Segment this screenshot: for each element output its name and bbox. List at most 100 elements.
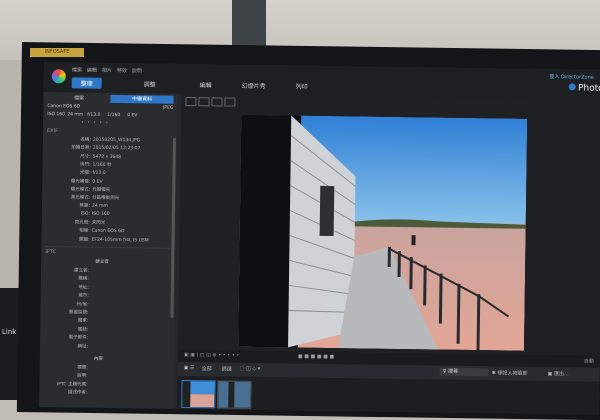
meta-row: 光圈:f/13.0 [46, 169, 105, 176]
view-compare-icon[interactable] [211, 97, 222, 106]
filter-all[interactable]: 全部 [202, 365, 212, 372]
meta-row: 焦距:24 mm [46, 202, 108, 209]
meta-value[interactable]: 光圈優先 [92, 187, 110, 192]
camera-row: Canon EOS 6D JPEG [47, 104, 173, 111]
panel-tab-metadata[interactable]: 中繼資料 [110, 95, 173, 104]
meta-value[interactable]: Canon EOS 6D [92, 229, 125, 234]
meta-key: 說明: [44, 372, 88, 379]
device-label: Link [2, 328, 16, 336]
meta-row: 電話: [44, 326, 90, 333]
meta-key: 城市: [45, 292, 89, 299]
meta-row: 郵遞區號: [44, 309, 90, 316]
section-divider [45, 246, 169, 249]
meta-value[interactable]: 未閃光 [92, 221, 106, 226]
meta-value[interactable]: 24 mm [92, 204, 108, 209]
exposure-stats: ISO 16024 mmf/13.01/1600 EV [47, 112, 173, 119]
meta-row: 標題: [44, 364, 90, 371]
rating-stars[interactable]: • • • • • [81, 121, 109, 126]
menu-file[interactable]: 檔案 [72, 67, 82, 73]
view-full-icon[interactable] [224, 98, 235, 107]
section-exif[interactable]: EXIF [47, 128, 58, 134]
search-input[interactable]: ⚲ 搜尋 [440, 368, 489, 377]
tab-print[interactable]: 列印 [296, 82, 308, 91]
meta-key: 快門: [47, 161, 91, 168]
menu-effects[interactable]: 特效 [117, 68, 127, 74]
meta-row: 拍攝日期:2015/02/05 12:23:07 [47, 144, 141, 151]
view-grid-icon[interactable] [185, 97, 196, 106]
stat-aperture: f/13.0 [87, 113, 107, 118]
filmstrip-tools[interactable]: ▣ ☰ [184, 365, 195, 371]
photo-preview[interactable] [238, 115, 527, 351]
meta-row: 描述作者: [43, 389, 89, 396]
stat-ev: 0 EV [127, 113, 147, 118]
menu-edit[interactable]: 編輯 [87, 68, 97, 74]
meta-value[interactable]: 1/160 秒 [93, 163, 112, 168]
meta-key: ISO: [46, 211, 90, 217]
tab-slideshow[interactable]: 幻燈片秀 [242, 81, 266, 90]
brand-icon [569, 83, 576, 90]
tab-organize[interactable]: 整理 [72, 77, 102, 88]
section-iptc[interactable]: IPTC [45, 249, 56, 255]
meta-key: 電話: [44, 326, 88, 333]
meta-row: 建立者: [45, 267, 91, 274]
meta-row: 網址: [44, 343, 90, 350]
brand-title: Photo [569, 83, 600, 93]
meta-key: 閃光燈: [46, 219, 90, 226]
file-format: JPEG [163, 106, 173, 111]
meta-row: 電子郵件: [44, 334, 90, 341]
meta-key: 曝光模式: [46, 186, 90, 193]
meta-row: 曝光補償:0 EV [46, 178, 102, 185]
meta-value[interactable]: 20150205_W134.JPG [93, 138, 140, 144]
panel-scrollbar[interactable] [170, 138, 176, 318]
meta-key: 名稱: [47, 136, 91, 143]
pier-photo [238, 115, 527, 351]
tab-adjust[interactable]: 調整 [144, 79, 156, 88]
meta-key: 職稱: [45, 275, 89, 282]
meta-key: 州/省: [45, 301, 89, 308]
panel-tab-file[interactable]: 檔案 [47, 94, 110, 103]
meta-key: 網址: [44, 343, 88, 350]
wall-stripe [232, 0, 266, 48]
meta-key: 拍攝日期: [47, 144, 91, 151]
filmstrip-thumb[interactable] [217, 380, 251, 408]
meta-key: 建立者: [45, 267, 89, 274]
photo-viewer: ▣ ▣ | ◰ ◱ ⊕ • • • • • ■ ■ ■ ■ ■ ■ 自動 ▣ ☰… [177, 94, 600, 415]
zoom-auto[interactable]: 自動 [584, 358, 594, 365]
meta-key: 地址: [45, 284, 89, 291]
meta-value[interactable]: ISO 160 [92, 211, 110, 216]
monitor-sticker: INFOSAFE [30, 48, 84, 57]
meta-row: 說明: [44, 372, 90, 379]
meta-value[interactable]: 5472 x 3648 [93, 154, 122, 159]
color-labels[interactable]: ■ ■ ■ ■ ■ ■ [298, 354, 334, 361]
meta-key: 相機: [46, 227, 90, 234]
export-button[interactable]: ▣ 匯出... [548, 370, 569, 377]
meta-key: 曝光補償: [46, 178, 90, 185]
tag-faces-button[interactable]: ✱ 標記人物臉部 [492, 369, 528, 376]
stat-focal: 24 mm [67, 112, 87, 117]
tab-edit[interactable]: 編輯 [200, 80, 212, 89]
meta-row: 國家: [44, 317, 90, 324]
filter-select[interactable]: 篩選 [222, 366, 232, 373]
view-single-icon[interactable] [198, 97, 209, 106]
menu-bar: 檔案編輯相片特效說明 [72, 66, 147, 74]
stat-iso: ISO 160 [47, 112, 67, 117]
meta-value[interactable]: EF24-105mm f/4L IS USM [91, 237, 148, 243]
menu-photo[interactable]: 相片 [102, 68, 112, 74]
meta-value[interactable]: f/13.0 [92, 171, 105, 176]
meta-row: 職稱: [45, 275, 91, 282]
login-link[interactable]: 登入 DirectorZone [549, 73, 593, 81]
view-controls-icons[interactable]: ▣ ▣ | ◰ ◱ ⊕ • • • • • [184, 352, 240, 359]
thumb-image [218, 381, 250, 407]
search-placeholder: 搜尋 [448, 369, 458, 375]
menu-help[interactable]: 說明 [132, 68, 142, 74]
meta-value[interactable]: 0 EV [92, 179, 102, 184]
filmstrip [177, 376, 599, 415]
meta-value[interactable]: 分區權衡測光 [92, 196, 119, 201]
meta-row: 曝光模式:光圈優先 [46, 186, 110, 193]
filmstrip-actions[interactable]: ⬚ ◫ ◇ ▾ [240, 366, 261, 372]
filmstrip-thumb[interactable] [181, 380, 215, 408]
meta-key: 鏡頭: [45, 236, 89, 243]
meta-key: 光圈: [46, 169, 90, 176]
app-logo-icon[interactable] [52, 69, 66, 83]
meta-value[interactable]: 2015/02/05 12:23:07 [93, 146, 141, 152]
